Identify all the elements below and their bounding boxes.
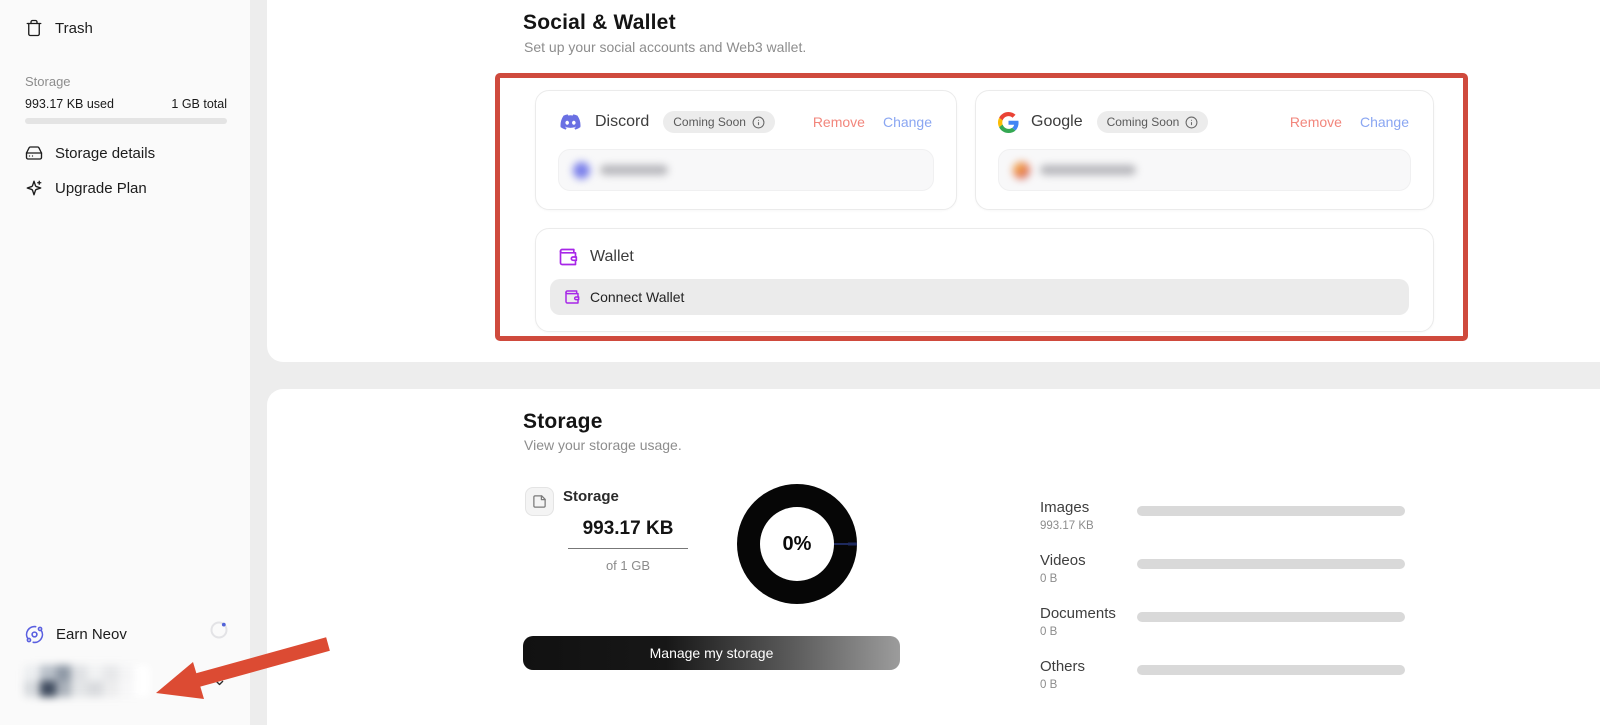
storage-card-icon-box <box>525 487 554 516</box>
sparkles-icon <box>25 179 43 197</box>
trash-label: Trash <box>55 20 93 37</box>
connect-wallet-label: Connect Wallet <box>590 289 684 305</box>
storage-card-title: Storage <box>563 488 619 505</box>
earn-neov-label: Earn Neov <box>56 626 127 643</box>
coming-soon-text: Coming Soon <box>673 115 746 129</box>
app-window: Trash Storage 993.17 KB used 1 GB total … <box>0 0 1600 725</box>
storage-total-text: 1 GB total <box>171 97 227 111</box>
sidebar-item-earn-neov[interactable]: Earn Neov <box>16 618 136 650</box>
note-icon <box>532 494 547 509</box>
loading-spinner-icon <box>209 620 229 640</box>
storage-title: Storage <box>523 410 603 434</box>
discord-account-field <box>558 149 934 191</box>
category-bar <box>1137 612 1405 622</box>
discord-icon <box>558 112 583 132</box>
divider <box>568 548 688 549</box>
coming-soon-text: Coming Soon <box>1107 115 1180 129</box>
storage-subtitle: View your storage usage. <box>524 437 682 453</box>
info-icon[interactable] <box>752 116 765 129</box>
wallet-icon <box>558 247 578 267</box>
orbit-icon <box>25 625 44 644</box>
discord-name: Discord <box>595 113 649 131</box>
category-value: 0 B <box>1040 573 1057 585</box>
storage-percent: 0% <box>783 533 812 556</box>
sidebar-item-trash[interactable]: Trash <box>16 12 102 44</box>
discord-change-button[interactable]: Change <box>883 114 932 130</box>
google-avatar-redacted <box>1013 162 1030 179</box>
wallet-name: Wallet <box>590 248 634 266</box>
storage-used-amount: 993.17 KB <box>568 518 688 540</box>
google-change-button[interactable]: Change <box>1360 114 1409 130</box>
category-bar <box>1137 559 1405 569</box>
trash-icon <box>25 19 43 37</box>
discord-username-redacted <box>600 165 668 175</box>
storage-used-text: 993.17 KB used <box>25 97 114 111</box>
wallet-icon <box>564 289 580 305</box>
discord-card: Discord Coming Soon Remove Change <box>535 90 957 210</box>
google-email-redacted <box>1040 165 1136 175</box>
google-name: Google <box>1031 113 1083 131</box>
storage-section-label: Storage <box>25 74 71 89</box>
category-row-images: Images 993.17 KB <box>1040 499 1406 545</box>
user-menu[interactable] <box>24 665 224 699</box>
category-value: 0 B <box>1040 679 1057 691</box>
discord-remove-button[interactable]: Remove <box>813 114 865 130</box>
category-row-others: Others 0 B <box>1040 658 1406 704</box>
manage-storage-button[interactable]: Manage my storage <box>523 636 900 670</box>
sidebar: Trash Storage 993.17 KB used 1 GB total … <box>0 0 250 725</box>
category-label: Videos <box>1040 552 1086 569</box>
discord-avatar-redacted <box>573 162 590 179</box>
category-label: Images <box>1040 499 1089 516</box>
category-value: 0 B <box>1040 626 1057 638</box>
storage-total-caption: of 1 GB <box>568 558 688 573</box>
social-wallet-subtitle: Set up your social accounts and Web3 wal… <box>524 39 806 55</box>
storage-donut-chart: 0% <box>737 484 857 604</box>
category-label: Others <box>1040 658 1085 675</box>
info-icon[interactable] <box>1185 116 1198 129</box>
user-avatar-redacted <box>24 665 150 697</box>
google-remove-button[interactable]: Remove <box>1290 114 1342 130</box>
google-card: Google Coming Soon Remove Change <box>975 90 1434 210</box>
google-coming-soon-badge: Coming Soon <box>1097 111 1209 133</box>
sidebar-item-storage-details[interactable]: Storage details <box>16 137 164 169</box>
storage-usage-row: 993.17 KB used 1 GB total <box>25 97 227 111</box>
category-label: Documents <box>1040 605 1116 622</box>
storage-details-label: Storage details <box>55 145 155 162</box>
category-row-documents: Documents 0 B <box>1040 605 1406 651</box>
category-value: 993.17 KB <box>1040 520 1094 532</box>
discord-coming-soon-badge: Coming Soon <box>663 111 775 133</box>
sidebar-item-upgrade-plan[interactable]: Upgrade Plan <box>16 172 156 204</box>
wallet-card: Wallet Connect Wallet <box>535 228 1434 332</box>
chevrons-up-down-icon <box>212 672 227 687</box>
category-row-videos: Videos 0 B <box>1040 552 1406 598</box>
storage-progress-bar <box>25 118 227 124</box>
category-bar <box>1137 665 1405 675</box>
google-account-field <box>998 149 1411 191</box>
hard-drive-icon <box>25 144 43 162</box>
connect-wallet-button[interactable]: Connect Wallet <box>550 279 1409 315</box>
google-icon <box>998 112 1019 133</box>
upgrade-plan-label: Upgrade Plan <box>55 180 147 197</box>
category-bar <box>1137 506 1405 516</box>
social-wallet-title: Social & Wallet <box>523 11 676 35</box>
